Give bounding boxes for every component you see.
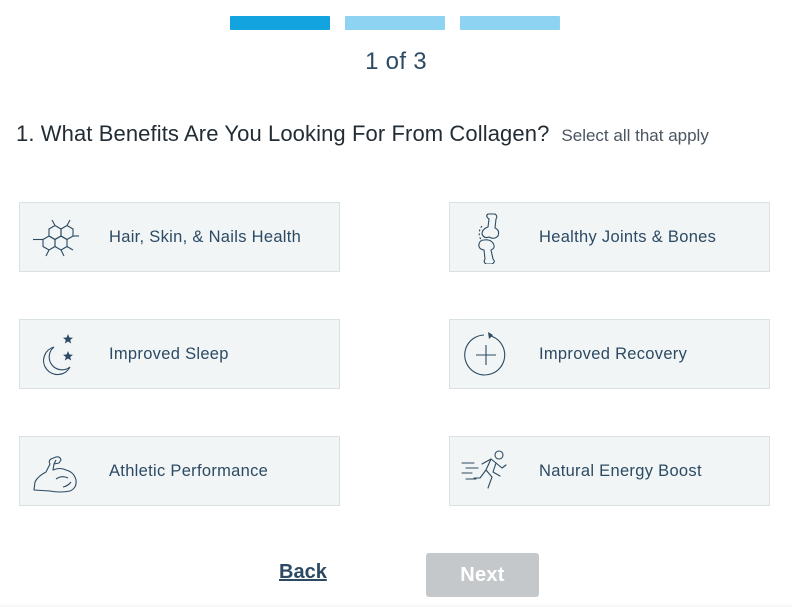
question-hint: Select all that apply bbox=[561, 126, 709, 145]
progress-step-2 bbox=[345, 16, 445, 30]
option-improved-sleep[interactable]: Improved Sleep bbox=[19, 319, 340, 389]
option-joints-bones[interactable]: Healthy Joints & Bones bbox=[449, 202, 770, 272]
progress-bar bbox=[230, 16, 560, 30]
option-athletic-performance[interactable]: Athletic Performance bbox=[19, 436, 340, 506]
back-link[interactable]: Back bbox=[279, 561, 327, 584]
question-title: 1. What Benefits Are You Looking For Fro… bbox=[16, 121, 550, 146]
step-counter: 1 of 3 bbox=[365, 48, 427, 75]
question-header: 1. What Benefits Are You Looking For Fro… bbox=[16, 121, 776, 147]
moon-stars-icon bbox=[30, 329, 82, 381]
running-person-icon bbox=[460, 446, 512, 498]
option-improved-recovery[interactable]: Improved Recovery bbox=[449, 319, 770, 389]
next-button[interactable]: Next bbox=[426, 553, 539, 597]
option-label: Natural Energy Boost bbox=[539, 461, 702, 480]
option-label: Healthy Joints & Bones bbox=[539, 227, 717, 246]
option-hair-skin-nails[interactable]: Hair, Skin, & Nails Health bbox=[19, 202, 340, 272]
option-label: Improved Sleep bbox=[109, 344, 229, 363]
flexed-arm-icon bbox=[30, 446, 82, 498]
recovery-plus-icon bbox=[460, 329, 512, 381]
bone-joint-icon bbox=[460, 212, 512, 264]
option-energy-boost[interactable]: Natural Energy Boost bbox=[449, 436, 770, 506]
option-label: Athletic Performance bbox=[109, 461, 269, 480]
bottom-divider bbox=[0, 603, 792, 607]
progress-step-1 bbox=[230, 16, 330, 30]
progress-step-3 bbox=[460, 16, 560, 30]
quiz-page: 1 of 3 1. What Benefits Are You Looking … bbox=[0, 0, 792, 607]
option-label: Improved Recovery bbox=[539, 344, 688, 363]
option-label: Hair, Skin, & Nails Health bbox=[109, 227, 302, 246]
molecule-icon bbox=[30, 212, 82, 264]
